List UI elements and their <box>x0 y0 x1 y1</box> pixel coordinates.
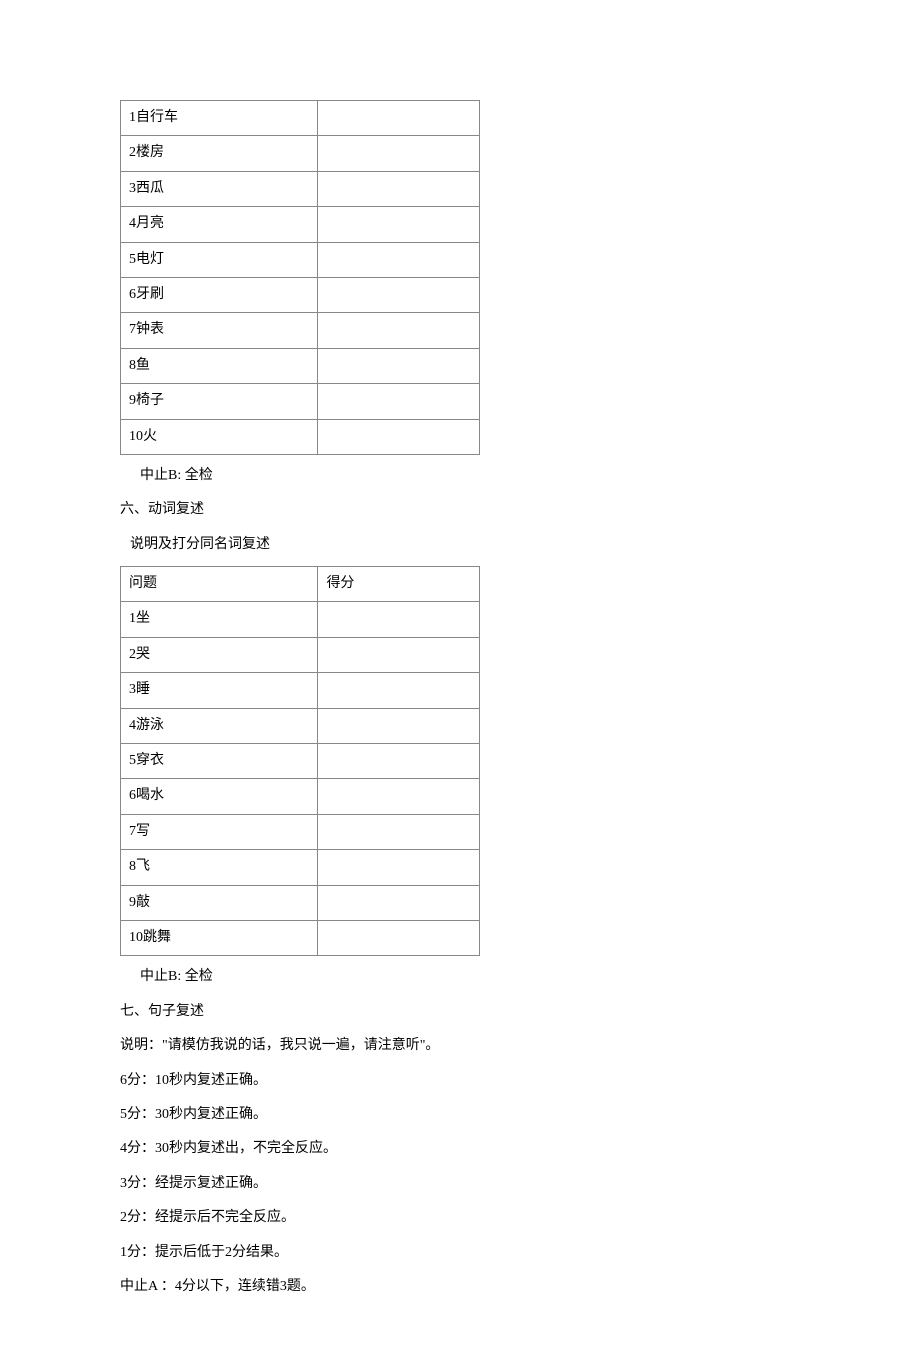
item-cell: 2哭 <box>121 637 318 672</box>
score-cell <box>318 708 480 743</box>
table-row: 10跳舞 <box>121 920 480 955</box>
scoring-5: 5分：30秒内复述正确。 <box>120 1104 800 1126</box>
item-cell: 9敲 <box>121 885 318 920</box>
section-7-instruction: 说明："请模仿我说的话，我只说一遍，请注意听"。 <box>120 1035 800 1057</box>
item-cell: 6牙刷 <box>121 277 318 312</box>
item-cell: 5穿衣 <box>121 744 318 779</box>
stop-note-b-1: 中止B: 全检 <box>120 465 800 487</box>
score-cell <box>318 744 480 779</box>
scoring-4: 4分：30秒内复述出，不完全反应。 <box>120 1138 800 1160</box>
noun-repeat-table: 1自行车 2楼房 3西瓜 4月亮 5电灯 6牙刷 7钟表 8鱼 9椅子 10火 <box>120 100 480 455</box>
table-row: 2哭 <box>121 637 480 672</box>
section-7-title: 七、句子复述 <box>120 1001 800 1023</box>
scoring-3: 3分：经提示复述正确。 <box>120 1173 800 1195</box>
item-cell: 7写 <box>121 814 318 849</box>
item-cell: 8鱼 <box>121 348 318 383</box>
score-cell <box>318 384 480 419</box>
score-cell <box>318 850 480 885</box>
item-cell: 7钟表 <box>121 313 318 348</box>
table-row: 7钟表 <box>121 313 480 348</box>
scoring-2: 2分：经提示后不完全反应。 <box>120 1207 800 1229</box>
stop-note-b-2: 中止B: 全检 <box>120 966 800 988</box>
table-row: 3西瓜 <box>121 171 480 206</box>
score-cell <box>318 602 480 637</box>
score-cell <box>318 277 480 312</box>
table-row: 9敲 <box>121 885 480 920</box>
item-cell: 1自行车 <box>121 101 318 136</box>
score-cell <box>318 637 480 672</box>
table-row: 9椅子 <box>121 384 480 419</box>
scoring-1: 1分：提示后低于2分结果。 <box>120 1242 800 1264</box>
score-cell <box>318 419 480 454</box>
table-row: 5穿衣 <box>121 744 480 779</box>
item-cell: 3睡 <box>121 673 318 708</box>
verb-repeat-table: 问题 得分 1坐 2哭 3睡 4游泳 5穿衣 6喝水 7写 8飞 9敲 10跳舞 <box>120 566 480 956</box>
item-cell: 1坐 <box>121 602 318 637</box>
item-cell: 6喝水 <box>121 779 318 814</box>
item-cell: 4游泳 <box>121 708 318 743</box>
score-cell <box>318 920 480 955</box>
table-row: 8飞 <box>121 850 480 885</box>
table-row: 4游泳 <box>121 708 480 743</box>
section-6-note: 说明及打分同名词复述 <box>120 534 800 556</box>
table-header-row: 问题 得分 <box>121 567 480 602</box>
item-cell: 2楼房 <box>121 136 318 171</box>
table-row: 10火 <box>121 419 480 454</box>
score-cell <box>318 242 480 277</box>
score-cell <box>318 814 480 849</box>
item-cell: 5电灯 <box>121 242 318 277</box>
table-row: 4月亮 <box>121 207 480 242</box>
item-cell: 8飞 <box>121 850 318 885</box>
score-cell <box>318 673 480 708</box>
item-cell: 9椅子 <box>121 384 318 419</box>
score-cell <box>318 313 480 348</box>
score-cell <box>318 136 480 171</box>
table-row: 6喝水 <box>121 779 480 814</box>
item-cell: 3西瓜 <box>121 171 318 206</box>
table-row: 2楼房 <box>121 136 480 171</box>
table-row: 7写 <box>121 814 480 849</box>
score-cell <box>318 348 480 383</box>
score-cell <box>318 207 480 242</box>
score-cell <box>318 885 480 920</box>
table-row: 8鱼 <box>121 348 480 383</box>
item-cell: 4月亮 <box>121 207 318 242</box>
score-cell <box>318 171 480 206</box>
table-row: 3睡 <box>121 673 480 708</box>
table-row: 5电灯 <box>121 242 480 277</box>
header-score: 得分 <box>318 567 480 602</box>
item-cell: 10跳舞 <box>121 920 318 955</box>
table-row: 1坐 <box>121 602 480 637</box>
stop-note-a: 中止A ：4分以下，连续错3题。 <box>120 1276 800 1298</box>
item-cell: 10火 <box>121 419 318 454</box>
scoring-6: 6分：10秒内复述正确。 <box>120 1070 800 1092</box>
table-row: 1自行车 <box>121 101 480 136</box>
table-row: 6牙刷 <box>121 277 480 312</box>
score-cell <box>318 101 480 136</box>
header-question: 问题 <box>121 567 318 602</box>
score-cell <box>318 779 480 814</box>
section-6-title: 六、动词复述 <box>120 499 800 521</box>
